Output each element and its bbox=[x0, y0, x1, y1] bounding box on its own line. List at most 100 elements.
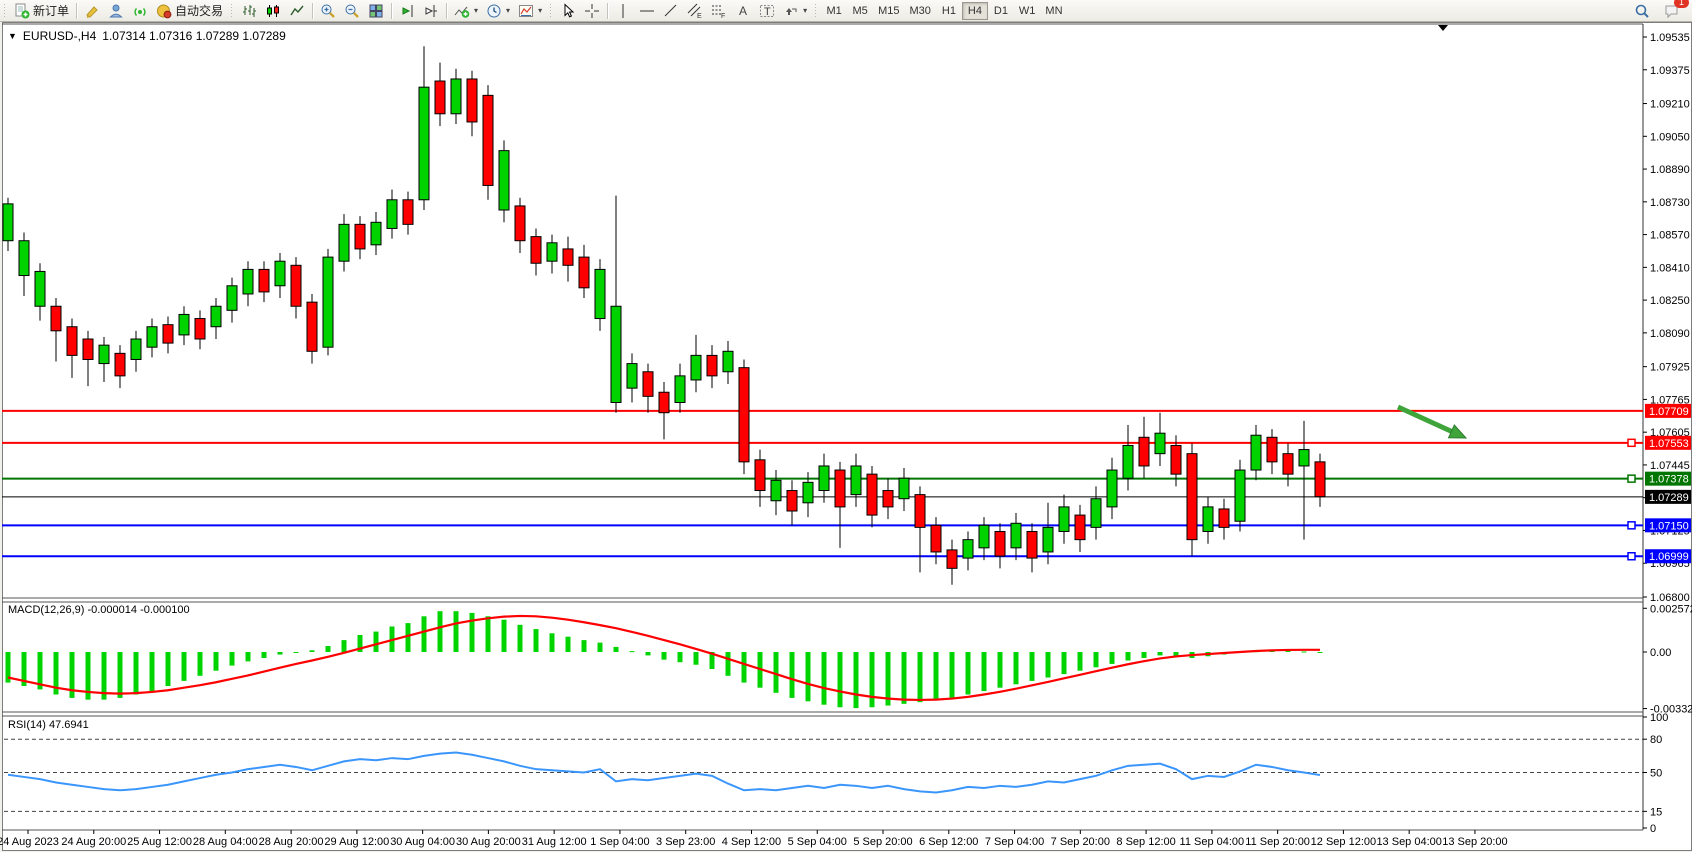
macd-histogram-bar bbox=[934, 652, 939, 700]
candle-body bbox=[963, 540, 973, 558]
candle-body bbox=[1011, 523, 1021, 548]
price-axis-label: 1.08890 bbox=[1650, 164, 1690, 176]
macd-histogram-bar bbox=[1318, 652, 1323, 653]
macd-histogram-bar bbox=[550, 633, 555, 652]
candle-body bbox=[323, 257, 333, 347]
price-axis-label: 1.08090 bbox=[1650, 328, 1690, 340]
macd-histogram-bar bbox=[166, 652, 171, 686]
candle-body bbox=[979, 525, 989, 548]
chart-canvas[interactable]: 1.095351.093751.092101.090501.088901.087… bbox=[0, 0, 1692, 852]
candle-body bbox=[787, 491, 797, 511]
candle-body bbox=[1203, 507, 1213, 532]
candle-body bbox=[307, 302, 317, 351]
rsi-axis-label: 15 bbox=[1650, 806, 1662, 818]
date-axis-label: 30 Aug 20:00 bbox=[456, 836, 521, 848]
macd-histogram-bar bbox=[470, 613, 475, 652]
macd-histogram-bar bbox=[742, 652, 747, 683]
candle-body bbox=[467, 79, 477, 122]
price-line-tag-label: 1.07709 bbox=[1649, 406, 1689, 418]
candle-body bbox=[1283, 454, 1293, 474]
macd-histogram-bar bbox=[902, 652, 907, 704]
hline-handle[interactable] bbox=[1628, 522, 1635, 529]
candle-body bbox=[547, 243, 557, 261]
candle-body bbox=[1235, 470, 1245, 521]
candle-body bbox=[339, 224, 349, 261]
candle-body bbox=[675, 376, 685, 403]
candle-body bbox=[99, 345, 109, 363]
candle-body bbox=[403, 200, 413, 225]
date-axis-label: 3 Sep 23:00 bbox=[656, 836, 715, 848]
date-axis-label: 5 Sep 04:00 bbox=[788, 836, 847, 848]
candle-body bbox=[931, 525, 941, 552]
price-axis-label: 1.09535 bbox=[1650, 32, 1690, 44]
symbol-dropdown-icon[interactable]: ▼ bbox=[8, 31, 17, 41]
candle-body bbox=[627, 364, 637, 389]
macd-histogram-bar bbox=[1142, 652, 1147, 658]
date-axis-label: 24 Aug 20:00 bbox=[61, 836, 126, 848]
candle-body bbox=[947, 550, 957, 568]
candle-body bbox=[771, 480, 781, 500]
price-line-tag-label: 1.06999 bbox=[1649, 551, 1689, 563]
macd-histogram-bar bbox=[1126, 652, 1131, 661]
price-axis-label: 1.08570 bbox=[1650, 230, 1690, 242]
date-axis-label: 13 Sep 04:00 bbox=[1376, 836, 1441, 848]
date-axis-label: 11 Sep 20:00 bbox=[1245, 836, 1310, 848]
macd-histogram-bar bbox=[1030, 652, 1035, 681]
price-axis-label: 1.09050 bbox=[1650, 131, 1690, 143]
candle-body bbox=[1267, 437, 1277, 462]
macd-histogram-bar bbox=[982, 652, 987, 691]
candle-body bbox=[803, 482, 813, 502]
macd-indicator-label: MACD(12,26,9) -0.000014 -0.000100 bbox=[8, 604, 190, 616]
macd-histogram-bar bbox=[342, 640, 347, 652]
macd-histogram-bar bbox=[694, 652, 699, 665]
candle-body bbox=[67, 327, 77, 356]
macd-histogram-bar bbox=[374, 632, 379, 652]
candle-body bbox=[1139, 437, 1149, 466]
date-axis-label: 28 Aug 20:00 bbox=[259, 836, 324, 848]
price-axis-label: 1.06800 bbox=[1650, 592, 1690, 604]
macd-histogram-bar bbox=[518, 625, 523, 652]
date-axis-label: 29 Aug 12:00 bbox=[324, 836, 389, 848]
candle-body bbox=[995, 531, 1005, 556]
candle-body bbox=[691, 355, 701, 380]
candle-body bbox=[387, 200, 397, 229]
date-axis-label: 25 Aug 12:00 bbox=[127, 836, 192, 848]
plot-background[interactable] bbox=[3, 24, 1644, 830]
symbol-timeframe-label: EURUSD-,H4 bbox=[23, 29, 96, 43]
chart-title: ▼ EURUSD-,H4 1.07314 1.07316 1.07289 1.0… bbox=[8, 29, 286, 43]
candle-body bbox=[195, 319, 205, 339]
hline-handle[interactable] bbox=[1628, 439, 1635, 446]
hline-handle[interactable] bbox=[1628, 475, 1635, 482]
macd-histogram-bar bbox=[790, 652, 795, 698]
price-axis-label: 1.09375 bbox=[1650, 65, 1690, 77]
candle-body bbox=[1091, 499, 1101, 528]
macd-histogram-bar bbox=[422, 616, 427, 652]
macd-histogram-bar bbox=[278, 652, 283, 655]
macd-histogram-bar bbox=[1046, 652, 1051, 678]
macd-histogram-bar bbox=[230, 652, 235, 666]
macd-histogram-bar bbox=[678, 652, 683, 662]
candle-body bbox=[483, 95, 493, 185]
date-axis-label: 28 Aug 04:00 bbox=[193, 836, 258, 848]
candle-body bbox=[179, 314, 189, 334]
candle-body bbox=[147, 327, 157, 347]
candle-body bbox=[515, 206, 525, 241]
macd-histogram-bar bbox=[1110, 652, 1115, 664]
price-axis-label: 1.07925 bbox=[1650, 362, 1690, 374]
price-line-tag-label: 1.07150 bbox=[1649, 520, 1689, 532]
macd-histogram-bar bbox=[630, 651, 635, 652]
candle-body bbox=[1027, 531, 1037, 558]
candle-body bbox=[355, 224, 365, 249]
macd-histogram-bar bbox=[646, 652, 651, 655]
candle-body bbox=[883, 491, 893, 507]
macd-histogram-bar bbox=[822, 652, 827, 705]
candle-body bbox=[35, 271, 45, 306]
date-axis-label: 6 Sep 12:00 bbox=[919, 836, 978, 848]
candle-body bbox=[643, 372, 653, 397]
candle-body bbox=[19, 241, 29, 276]
hline-handle[interactable] bbox=[1628, 553, 1635, 560]
date-axis-label: 8 Sep 12:00 bbox=[1116, 836, 1175, 848]
macd-histogram-bar bbox=[1302, 651, 1307, 652]
candle-body bbox=[1123, 445, 1133, 478]
candle-body bbox=[131, 339, 141, 359]
